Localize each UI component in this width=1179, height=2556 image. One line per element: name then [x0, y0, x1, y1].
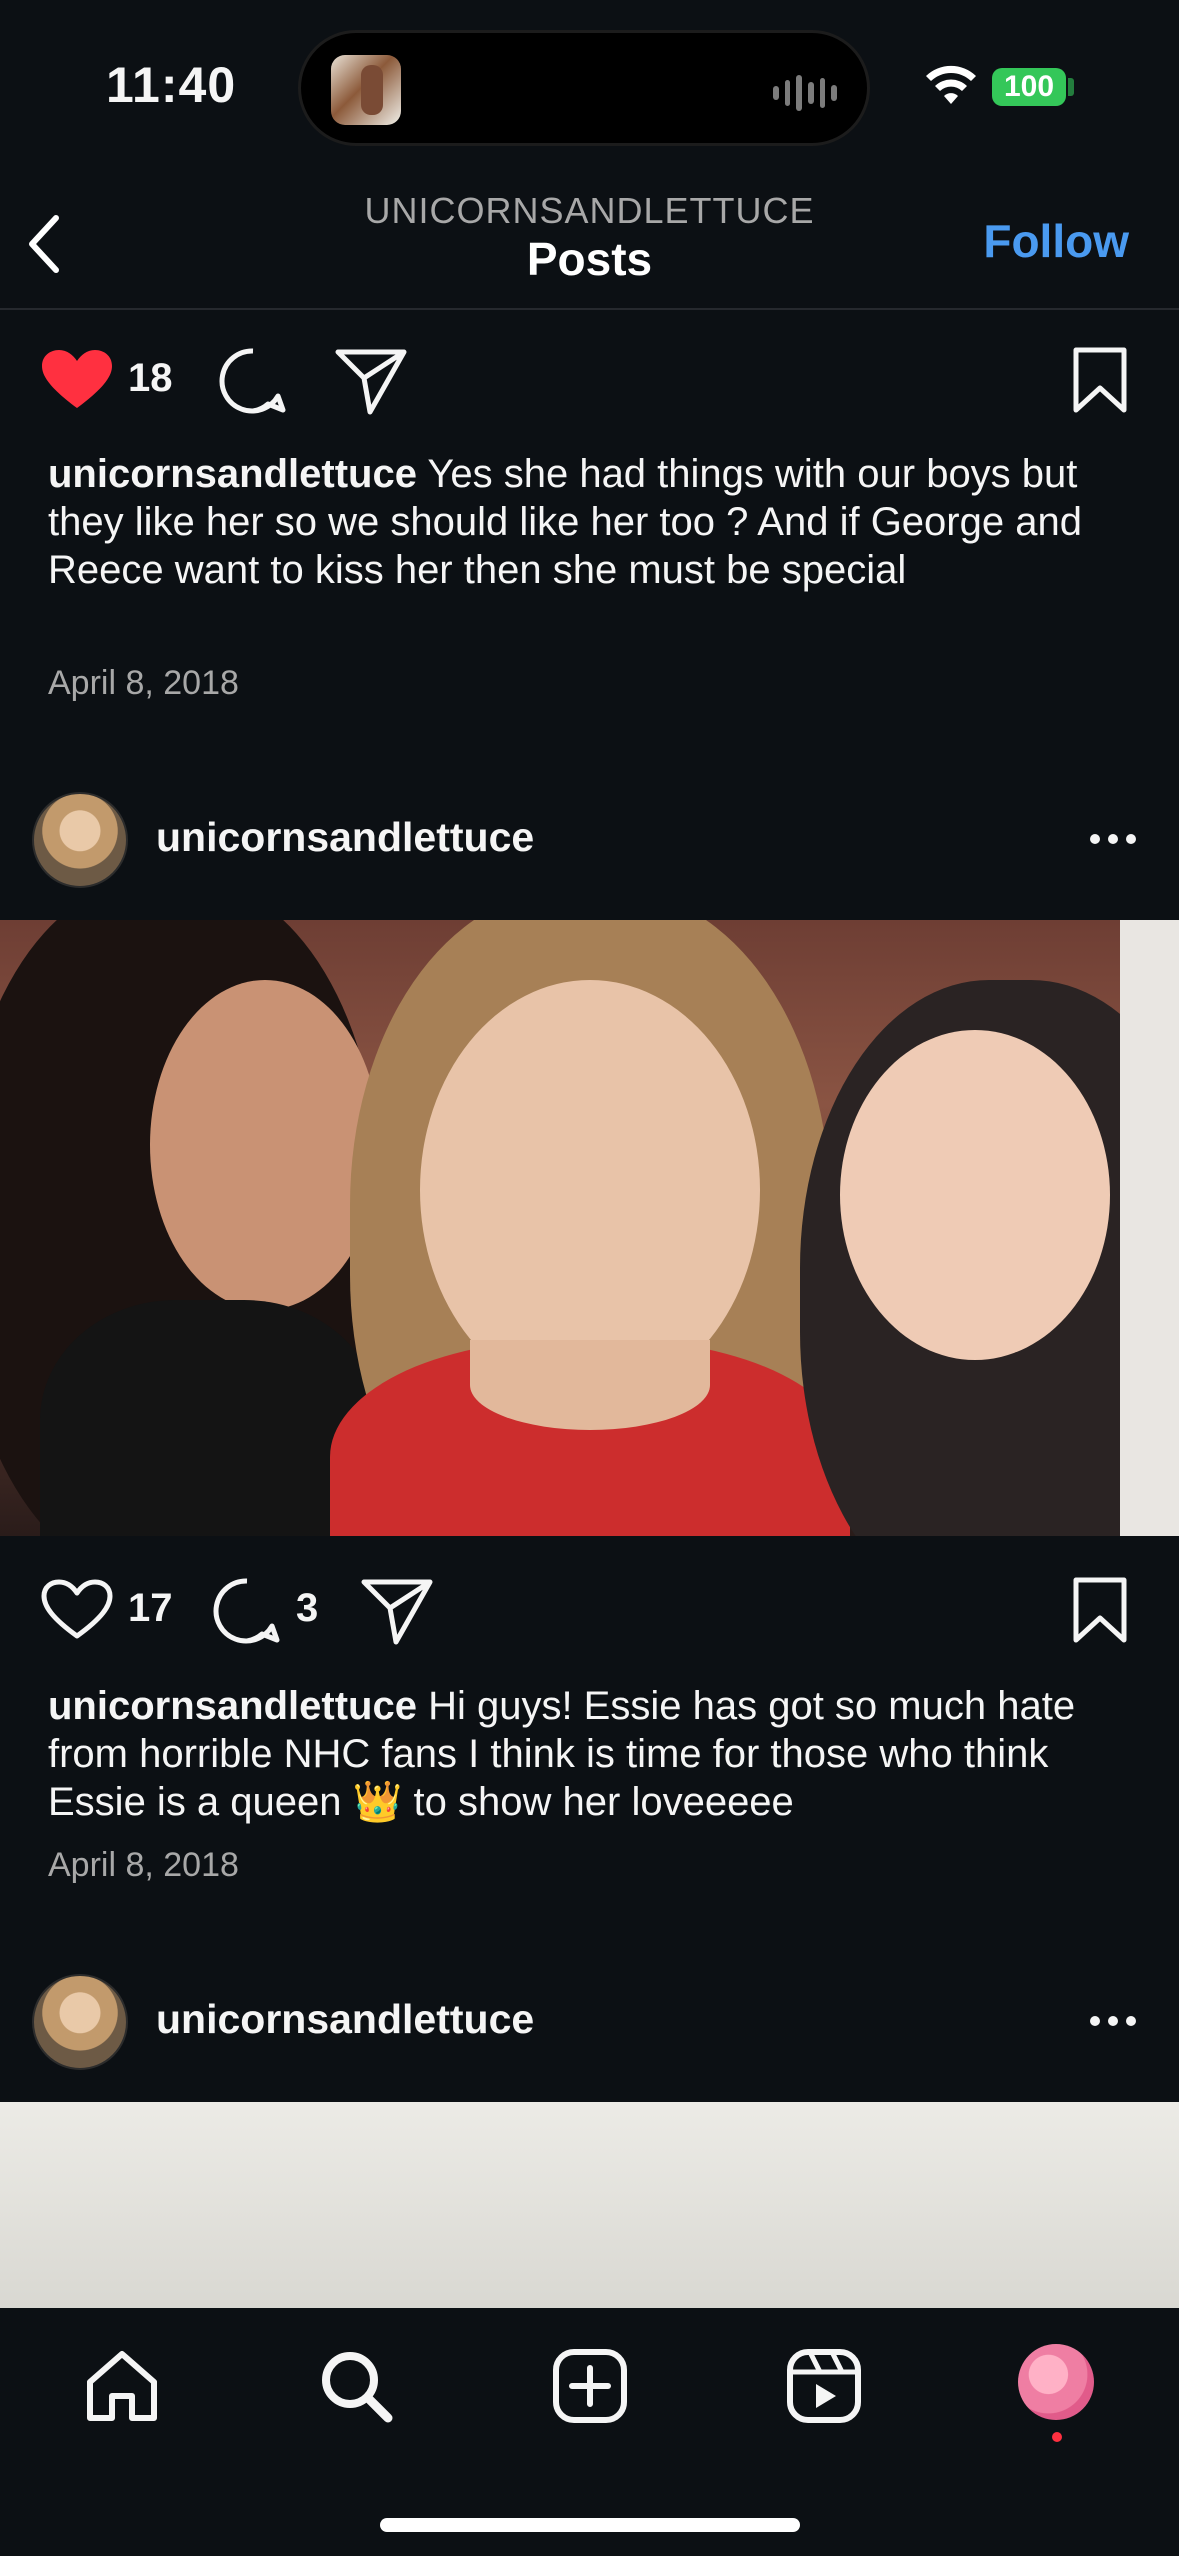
- search-icon[interactable]: [318, 2348, 394, 2424]
- avatar[interactable]: [32, 792, 128, 888]
- follow-button[interactable]: Follow: [983, 214, 1129, 268]
- home-icon[interactable]: [84, 2348, 160, 2424]
- post-date: April 8, 2018: [48, 1846, 239, 1884]
- wifi-icon: [926, 65, 976, 104]
- caption-username[interactable]: unicornsandlettuce: [48, 1684, 417, 1728]
- heart-filled-icon[interactable]: [40, 348, 114, 412]
- header-divider: [0, 308, 1179, 310]
- comment-count[interactable]: 3: [296, 1586, 318, 1631]
- heart-outline-icon[interactable]: [40, 1578, 114, 1642]
- bookmark-icon[interactable]: [1070, 346, 1130, 416]
- more-icon[interactable]: [1088, 2014, 1138, 2028]
- post-username[interactable]: unicornsandlettuce: [156, 814, 534, 861]
- status-time: 11:40: [106, 57, 237, 113]
- post-date: April 8, 2018: [48, 664, 239, 702]
- reels-icon[interactable]: [786, 2348, 862, 2424]
- notification-dot: [1052, 2432, 1062, 2442]
- battery-indicator: 100: [992, 68, 1066, 106]
- post-image[interactable]: [0, 920, 1179, 1536]
- post-image[interactable]: [0, 2102, 1179, 2308]
- dynamic-island[interactable]: [298, 30, 870, 146]
- audio-wave-icon: [773, 73, 838, 113]
- comment-icon[interactable]: [212, 1576, 282, 1646]
- bookmark-icon[interactable]: [1070, 1576, 1130, 1646]
- caption-username[interactable]: unicornsandlettuce: [48, 452, 417, 496]
- more-icon[interactable]: [1088, 832, 1138, 846]
- post-caption: unicornsandlettuce Yes she had things wi…: [48, 450, 1138, 594]
- home-indicator[interactable]: [380, 2518, 800, 2532]
- like-count[interactable]: 17: [128, 1586, 173, 1631]
- create-icon[interactable]: [552, 2348, 628, 2424]
- share-icon[interactable]: [360, 1576, 434, 1646]
- post-username[interactable]: unicornsandlettuce: [156, 1996, 534, 2043]
- avatar[interactable]: [32, 1974, 128, 2070]
- comment-icon[interactable]: [218, 346, 288, 416]
- like-count[interactable]: 18: [128, 356, 173, 401]
- share-icon[interactable]: [334, 346, 408, 416]
- profile-tab-avatar[interactable]: [1018, 2344, 1094, 2420]
- post-caption: unicornsandlettuce Hi guys! Essie has go…: [48, 1682, 1138, 1826]
- battery-tip: [1068, 78, 1074, 96]
- now-playing-thumbnail: [331, 55, 401, 125]
